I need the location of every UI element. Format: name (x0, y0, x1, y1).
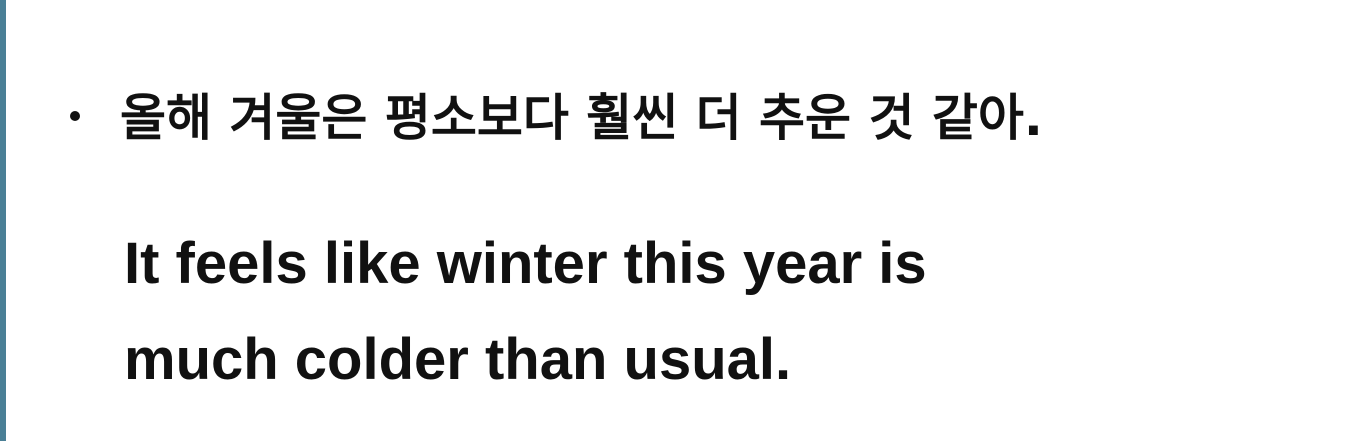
bullet-item: 올해 겨울은 평소보다 훨씬 더 추운 것 같아. (70, 78, 1043, 150)
korean-sentence: 올해 겨울은 평소보다 훨씬 더 추운 것 같아. (120, 89, 1043, 147)
left-accent-bar (0, 0, 6, 441)
bullet-dot-icon (70, 111, 80, 121)
slide: 올해 겨울은 평소보다 훨씬 더 추운 것 같아. It feels like … (0, 0, 1358, 441)
english-line-1: It feels like winter this year is (124, 231, 927, 296)
english-translation: It feels like winter this year is much c… (124, 216, 1224, 408)
english-line-2: much colder than usual. (124, 327, 792, 392)
